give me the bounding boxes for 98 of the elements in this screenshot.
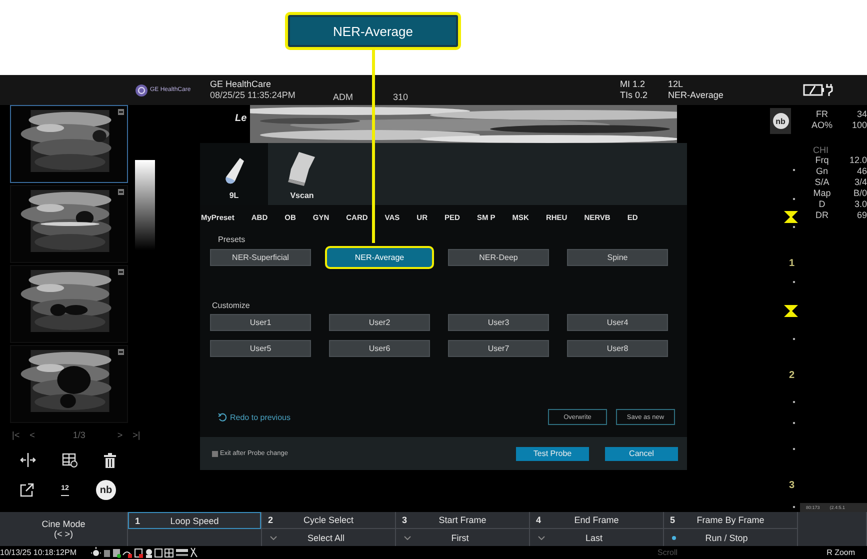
depth-label: 1 <box>789 258 795 269</box>
page-indicator: 1/3 <box>72 430 86 440</box>
next-page-button[interactable]: > <box>117 430 123 440</box>
preset-button[interactable]: NER-Superficial <box>210 249 311 266</box>
param-value: 12.0 <box>848 155 867 166</box>
param-name: D <box>818 199 826 210</box>
trash-icon[interactable] <box>104 452 116 468</box>
control-number: 5 <box>670 515 676 525</box>
control-button[interactable]: 4 End Frame <box>530 512 663 529</box>
param-value: 46 <box>856 166 867 177</box>
user-preset-button[interactable]: User1 <box>210 314 311 331</box>
grid-view-icon[interactable] <box>62 452 78 468</box>
control-value[interactable]: Last <box>545 532 663 542</box>
probe-tab[interactable]: Vscan <box>268 143 336 205</box>
param-value: 3.0 <box>853 199 867 210</box>
system-title: GE HealthCare <box>210 79 272 90</box>
split-arrows-icon[interactable] <box>20 453 36 467</box>
param-name: DR <box>814 210 830 221</box>
dot-icon <box>672 536 676 540</box>
control-button[interactable]: 2 Cycle Select <box>262 512 395 529</box>
film-icon <box>118 109 124 115</box>
caret-icon <box>404 536 411 540</box>
param-value: B/0 <box>852 188 867 199</box>
user-preset-button[interactable]: User2 <box>329 314 430 331</box>
battery-plug-icon <box>803 83 833 97</box>
control-label: Loop Speed <box>169 516 220 526</box>
section-label: Customize <box>212 301 251 310</box>
preset-button[interactable]: Spine <box>567 249 668 266</box>
nb-button[interactable]: nb <box>96 480 116 500</box>
control-number: 3 <box>402 515 408 525</box>
zoom-label: R Zoom <box>826 548 856 557</box>
param-name: Frq <box>814 155 830 166</box>
mode-title: Cine Mode <box>42 519 86 529</box>
redo-link[interactable]: Redo to previous <box>218 412 290 422</box>
control-value[interactable]: Select All <box>277 532 395 542</box>
caret-icon <box>538 536 545 540</box>
caret-icon <box>270 536 277 540</box>
depth-label: 2 <box>789 370 795 381</box>
control-value[interactable]: Run / Stop <box>676 532 797 542</box>
mi-value: MI 1.2 <box>620 79 646 90</box>
param-value: 100 <box>850 120 867 131</box>
focus-marker-icon <box>784 305 798 317</box>
preset-button[interactable]: NER-Deep <box>448 249 549 266</box>
film-icon <box>118 189 124 195</box>
user-preset-button[interactable]: User5 <box>210 340 311 357</box>
user-preset-button[interactable]: User8 <box>567 340 668 357</box>
user-preset-button[interactable]: User7 <box>448 340 549 357</box>
control-number: 1 <box>135 516 142 526</box>
header-value: 310 <box>393 92 410 103</box>
control-button[interactable]: 1 Loop Speed <box>128 512 261 529</box>
control-label: Start Frame <box>438 515 488 525</box>
probe-tab[interactable]: 9L <box>200 143 268 205</box>
control-button[interactable]: 5 Frame By Frame <box>664 512 797 529</box>
param-value: 3/4 <box>853 177 867 188</box>
first-page-button[interactable]: |< <box>12 430 20 440</box>
control-number: 2 <box>268 515 274 525</box>
operator-id: ADM <box>333 92 354 103</box>
film-icon <box>118 269 124 275</box>
user-preset-button[interactable]: User3 <box>448 314 549 331</box>
mode-hint: (< >) <box>54 529 73 539</box>
undo-icon <box>218 412 227 422</box>
control-label: End Frame <box>573 515 620 525</box>
export-icon[interactable] <box>20 483 34 497</box>
status-datetime: 10/13/25 10:18:12PM <box>0 548 77 557</box>
imaging-mode: CHI <box>813 145 830 155</box>
cancel-button[interactable]: Cancel <box>605 446 678 460</box>
depth-label: 3 <box>789 480 795 491</box>
param-value: 34 <box>856 109 867 120</box>
user-preset-button[interactable]: User6 <box>329 340 430 357</box>
param-name: S/A <box>814 177 830 188</box>
scroll-label: Scroll <box>658 548 678 557</box>
nb-button[interactable]: nb <box>770 108 791 134</box>
prev-page-button[interactable]: < <box>30 430 35 440</box>
preset-name: NER-Average <box>668 90 724 101</box>
param-name: Map <box>812 188 832 199</box>
control-number: 4 <box>536 515 542 525</box>
last-page-button[interactable]: >| <box>132 430 140 440</box>
film-icon <box>118 349 124 355</box>
image-label: Le <box>235 113 248 124</box>
param-name: AO% <box>810 120 834 131</box>
control-button[interactable]: 3 Start Frame <box>396 512 529 529</box>
tis-value: TIs 0.2 <box>620 90 649 101</box>
exam-datetime: 08/25/25 11:35:24PM <box>210 90 296 101</box>
section-label: Presets <box>218 235 246 244</box>
checkbox[interactable] <box>212 450 218 456</box>
user-preset-button[interactable]: User4 <box>567 314 668 331</box>
test-probe-button[interactable]: Test Probe <box>516 446 589 460</box>
focus-marker-icon <box>784 211 798 223</box>
control-label: Frame By Frame <box>696 515 766 525</box>
probe-name: 12L <box>668 79 684 90</box>
logo-icon <box>135 84 148 96</box>
preset-button[interactable]: NER-Average <box>325 246 434 269</box>
control-label: Cycle Select <box>302 515 355 525</box>
param-name: FR <box>815 109 829 120</box>
param-value: 69 <box>856 210 867 221</box>
control-value[interactable]: First <box>411 532 529 542</box>
param-name: Gn <box>814 166 829 177</box>
callout-label: NER-Average <box>285 12 461 50</box>
